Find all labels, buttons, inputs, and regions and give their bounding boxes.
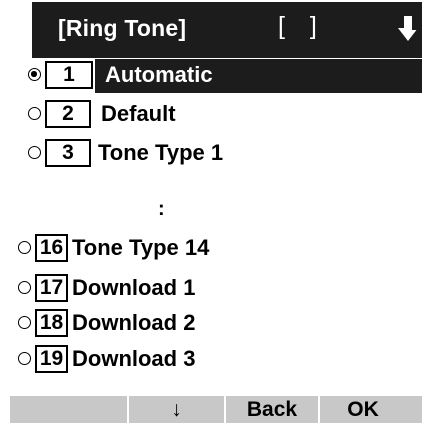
scroll-indicator-icon — [398, 16, 422, 41]
item-number: 18 — [35, 309, 68, 337]
phone-display: [Ring Tone] [ ] 1 Automatic 2 Default 3 … — [10, 2, 422, 423]
radio-icon — [18, 316, 31, 329]
soft-key-back[interactable]: Back — [226, 396, 318, 423]
item-label: Automatic — [105, 62, 213, 87]
item-number: 3 — [45, 139, 91, 167]
soft-key-ok[interactable]: OK — [320, 396, 406, 423]
radio-selected-icon — [28, 68, 41, 81]
item-label: Default — [101, 101, 176, 126]
soft-key-down[interactable]: ↓ — [129, 396, 224, 423]
list-ellipsis: : — [158, 198, 165, 220]
item-label: Download 1 — [72, 275, 196, 300]
item-number: 19 — [35, 345, 68, 373]
radio-icon — [18, 241, 31, 254]
radio-icon — [18, 352, 31, 365]
list-item-automatic[interactable]: 1 Automatic — [10, 59, 422, 93]
item-number: 2 — [45, 100, 91, 128]
item-number: 17 — [35, 274, 68, 302]
item-label: Tone Type 1 — [98, 140, 224, 165]
title-bar: [Ring Tone] [ ] — [32, 2, 422, 58]
list-item-download-3[interactable]: 19 Download 3 — [10, 343, 422, 377]
list-item-tone-type-1[interactable]: 3 Tone Type 1 — [10, 137, 422, 171]
soft-key-bar: ↓ Back OK — [10, 396, 422, 423]
list-item-download-2[interactable]: 18 Download 2 — [10, 307, 422, 341]
item-label: Download 2 — [72, 310, 196, 335]
selection-highlight: Automatic — [95, 59, 422, 93]
list-item-default[interactable]: 2 Default — [10, 98, 422, 132]
list-item-tone-type-14[interactable]: 16 Tone Type 14 — [10, 232, 422, 266]
radio-icon — [28, 146, 41, 159]
item-number: 1 — [45, 61, 93, 89]
list-item-download-1[interactable]: 17 Download 1 — [10, 272, 422, 306]
radio-icon — [18, 281, 31, 294]
item-label: Download 3 — [72, 346, 196, 371]
item-number: 16 — [35, 234, 68, 262]
screen-title: [Ring Tone] — [58, 15, 187, 41]
item-label: Tone Type 14 — [72, 235, 210, 260]
soft-key-1[interactable] — [10, 396, 127, 423]
radio-icon — [28, 107, 41, 120]
input-bracket: [ ] — [278, 12, 326, 40]
